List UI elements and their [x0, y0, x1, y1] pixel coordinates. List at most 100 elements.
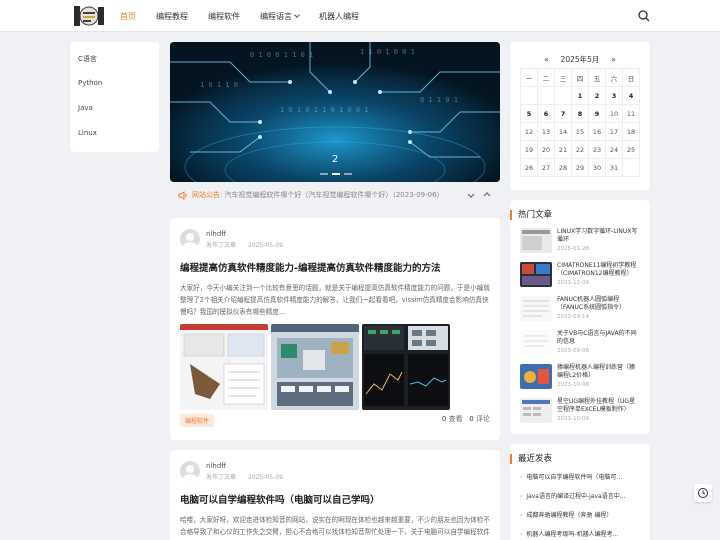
calendar-day[interactable]: 27	[538, 159, 555, 177]
nav-tutorials[interactable]: 编程教程	[156, 11, 188, 22]
calendar-day[interactable]: 2	[589, 87, 606, 105]
hot-post-item[interactable]: FANUC机器人圆弧编程（FANUC系统圆弧指令） 2023-09-14	[520, 296, 640, 330]
article-action: 发布了文章	[206, 241, 237, 249]
recent-post-link[interactable]: 电脑可以自学编程软件吗（电脑可...	[520, 472, 640, 491]
calendar-title: 2025年5月	[560, 54, 600, 64]
article-thumbnail[interactable]	[271, 324, 359, 410]
calendar-day[interactable]: 22	[572, 141, 589, 159]
calendar-day[interactable]: 11	[623, 105, 640, 123]
calendar-empty-cell	[555, 87, 572, 105]
calendar-day[interactable]: 5	[521, 105, 538, 123]
nav-software[interactable]: 编程软件	[208, 11, 240, 22]
calendar-day[interactable]: 25	[623, 141, 640, 159]
calendar-day[interactable]: 13	[538, 123, 555, 141]
calendar-day[interactable]: 14	[555, 123, 572, 141]
hot-post-thumbnail[interactable]	[520, 262, 552, 287]
calendar-day[interactable]: 18	[623, 123, 640, 141]
author-name[interactable]: nihdff	[206, 462, 295, 470]
theme-toggle-button[interactable]	[694, 484, 712, 502]
nav-home[interactable]: 首页	[120, 11, 136, 22]
hot-post-title[interactable]: CIMATRONE11编程初学教程（CIMATRON12编程教程）	[557, 262, 636, 277]
hot-post-item[interactable]: 星空UG编程外挂教程（UG星空程序单EXCEL模板制作） 2023-10-09	[520, 398, 640, 432]
hot-post-thumbnail[interactable]	[520, 398, 552, 423]
carousel-dot[interactable]	[344, 173, 352, 175]
category-c[interactable]: C语言	[78, 54, 151, 79]
svg-text:1 1 0 1 0 0 1: 1 1 0 1 0 0 1	[360, 48, 415, 56]
hot-post-title[interactable]: FANUC机器人圆弧编程（FANUC系统圆弧指令）	[557, 296, 625, 311]
nav-languages[interactable]: 编程语言	[260, 11, 300, 22]
calendar-weekday: 一	[521, 69, 538, 87]
hot-posts-panel: 热门文章 LINUX学习数字循环-LINUX写循环 2025-01-28 CIMA…	[510, 200, 650, 434]
calendar-prev[interactable]: «	[544, 55, 549, 64]
calendar-weekday: 三	[555, 69, 572, 87]
category-linux[interactable]: Linux	[78, 129, 151, 154]
calendar-day[interactable]: 6	[538, 105, 555, 123]
banner-carousel[interactable]: 0 1 0 0 1 1 0 1 1 1 0 1 0 0 1 1 0 1 1 0 …	[170, 42, 500, 182]
calendar-day[interactable]: 29	[572, 159, 589, 177]
hot-post-title[interactable]: LINUX学习数字循环-LINUX写循环	[557, 228, 637, 243]
recent-post-link[interactable]: 成都奔驰编程教程（奔驰 编程）	[520, 510, 640, 529]
article-author: nihdff 发布了文章 2025-05-09	[180, 460, 490, 482]
recent-post-link[interactable]: java语言的编译过程中-java语言中...	[520, 491, 640, 510]
nav-robot[interactable]: 机器人编程	[319, 11, 359, 22]
hot-post-title[interactable]: 猿编程机器人编程训练营（猿编程L2价格）	[557, 364, 635, 379]
category-java[interactable]: Java	[78, 104, 151, 129]
calendar-day[interactable]: 9	[589, 105, 606, 123]
calendar-day[interactable]: 16	[589, 123, 606, 141]
chevron-up-icon[interactable]	[482, 190, 492, 200]
calendar-day[interactable]: 10	[606, 105, 623, 123]
author-name[interactable]: nihdff	[206, 230, 295, 238]
calendar-day[interactable]: 20	[538, 141, 555, 159]
calendar-day[interactable]: 4	[623, 87, 640, 105]
calendar-empty-cell	[623, 159, 640, 177]
svg-text:0 1 1 0 1: 0 1 1 0 1	[420, 96, 458, 104]
article-thumbnail[interactable]	[180, 324, 268, 410]
hot-post-thumbnail[interactable]	[520, 228, 552, 253]
comments-label[interactable]: 评论	[476, 415, 490, 423]
hot-post-item[interactable]: 猿编程机器人编程训练营（猿编程L2价格） 2023-10-06	[520, 364, 640, 398]
notice-text[interactable]: 汽车视觉编程软件哪个好（汽车视觉编程软件哪个好）（2023-09-06）	[224, 190, 443, 200]
search-icon[interactable]	[638, 10, 650, 22]
hot-post-thumbnail[interactable]	[520, 364, 552, 389]
article-title[interactable]: 电脑可以自学编程软件吗（电脑可以自己学吗）	[180, 492, 490, 506]
hot-post-title[interactable]: 星空UG编程外挂教程（UG星空程序单EXCEL模板制作）	[557, 398, 635, 413]
calendar-day[interactable]: 21	[555, 141, 572, 159]
category-tag[interactable]: 编程软件	[180, 414, 215, 427]
hot-post-item[interactable]: 关于VB与C语言与JAVA的不同的信息 2023-09-06	[520, 330, 640, 364]
hot-post-title[interactable]: 关于VB与C语言与JAVA的不同的信息	[557, 330, 637, 345]
chevron-down-icon[interactable]	[466, 190, 476, 200]
calendar-day[interactable]: 30	[589, 159, 606, 177]
article-card: nihdff 发布了文章 2025-05-09 编程提高仿真软件精度能力-编程提高…	[170, 218, 500, 440]
article-card: nihdff 发布了文章 2025-05-09 电脑可以自学编程软件吗（电脑可以自…	[170, 450, 500, 540]
hot-post-item[interactable]: CIMATRONE11编程初学教程（CIMATRON12编程教程） 2023-12…	[520, 262, 640, 296]
calendar-day[interactable]: 23	[589, 141, 606, 159]
article-thumbnails	[180, 324, 490, 410]
avatar[interactable]	[180, 461, 200, 481]
hot-post-thumbnail[interactable]	[520, 296, 552, 321]
carousel-dot-active[interactable]	[332, 173, 340, 175]
svg-text:1 0 1 0 1 1 0 1 0 0 1: 1 0 1 0 1 1 0 1 0 0 1	[280, 106, 369, 114]
calendar-day[interactable]: 24	[606, 141, 623, 159]
calendar-day[interactable]: 15	[572, 123, 589, 141]
calendar-day[interactable]: 19	[521, 141, 538, 159]
calendar-day[interactable]: 17	[606, 123, 623, 141]
site-logo[interactable]	[72, 3, 106, 29]
calendar-day[interactable]: 1	[572, 87, 589, 105]
calendar-day[interactable]: 12	[521, 123, 538, 141]
calendar-next[interactable]: »	[611, 55, 616, 64]
category-python[interactable]: Python	[78, 79, 151, 104]
hot-post-item[interactable]: LINUX学习数字循环-LINUX写循环 2025-01-28	[520, 228, 640, 262]
article-title[interactable]: 编程提高仿真软件精度能力-编程提高仿真软件精度能力的方法	[180, 260, 490, 274]
calendar-day[interactable]: 31	[606, 159, 623, 177]
hot-post-thumbnail[interactable]	[520, 330, 552, 355]
calendar-day[interactable]: 7	[555, 105, 572, 123]
recent-post-link[interactable]: 机器人编程考级吗-机器人编程考...	[520, 529, 640, 540]
article-thumbnail[interactable]	[362, 324, 450, 410]
calendar-day[interactable]: 8	[572, 105, 589, 123]
calendar-day[interactable]: 26	[521, 159, 538, 177]
calendar-day[interactable]: 28	[555, 159, 572, 177]
notice-label: 网站公告:	[192, 191, 223, 199]
calendar-day[interactable]: 3	[606, 87, 623, 105]
avatar[interactable]	[180, 229, 200, 249]
carousel-dot[interactable]	[320, 173, 328, 175]
